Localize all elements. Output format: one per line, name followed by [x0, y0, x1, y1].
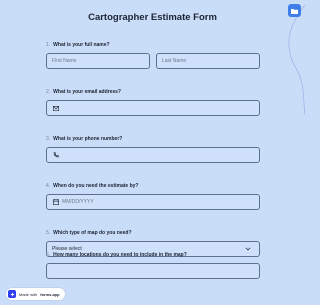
first-name-input[interactable]: First Name	[46, 53, 150, 69]
date-placeholder: MM/DD/YYYY	[62, 199, 94, 205]
made-with-badge[interactable]: Made with forms.app	[6, 288, 65, 300]
question-label: What is your email address?	[53, 89, 121, 95]
phone-field[interactable]	[46, 147, 260, 163]
calendar-icon	[52, 199, 59, 206]
question-label: How many locations do you need to includ…	[53, 252, 187, 258]
last-name-placeholder: Last Name	[162, 58, 187, 64]
question-label: Which type of map do you need?	[53, 230, 132, 236]
date-field[interactable]: MM/DD/YYYY	[46, 194, 260, 210]
question-date: 4. When do you need the estimate by? MM/…	[46, 183, 260, 210]
question-number: 2.	[46, 89, 51, 95]
locations-input[interactable]	[46, 263, 260, 279]
question-label: When do you need the estimate by?	[53, 183, 139, 189]
question-number: 6.	[46, 252, 51, 258]
question-number: 4.	[46, 183, 51, 189]
question-email: 2. What is your email address?	[46, 89, 260, 116]
question-number: 1.	[46, 42, 51, 48]
question-number: 3.	[46, 136, 51, 142]
badge-brand: forms.app	[40, 291, 60, 297]
phone-icon	[52, 152, 59, 159]
question-phone: 3. What is your phone number?	[46, 136, 260, 163]
first-name-placeholder: First Name	[52, 58, 77, 64]
forms-app-logo-icon	[8, 290, 16, 298]
question-locations: 6. How many locations do you need to inc…	[46, 252, 260, 279]
form-title: Cartographer Estimate Form	[88, 12, 217, 23]
badge-prefix: Made with	[19, 291, 38, 297]
question-label: What is your phone number?	[53, 136, 123, 142]
envelope-icon	[52, 105, 59, 112]
last-name-input[interactable]: Last Name	[156, 53, 260, 69]
question-label: What is your full name?	[53, 42, 110, 48]
email-field[interactable]	[46, 100, 260, 116]
question-full-name: 1. What is your full name? First Name La…	[46, 42, 260, 69]
question-number: 5.	[46, 230, 51, 236]
